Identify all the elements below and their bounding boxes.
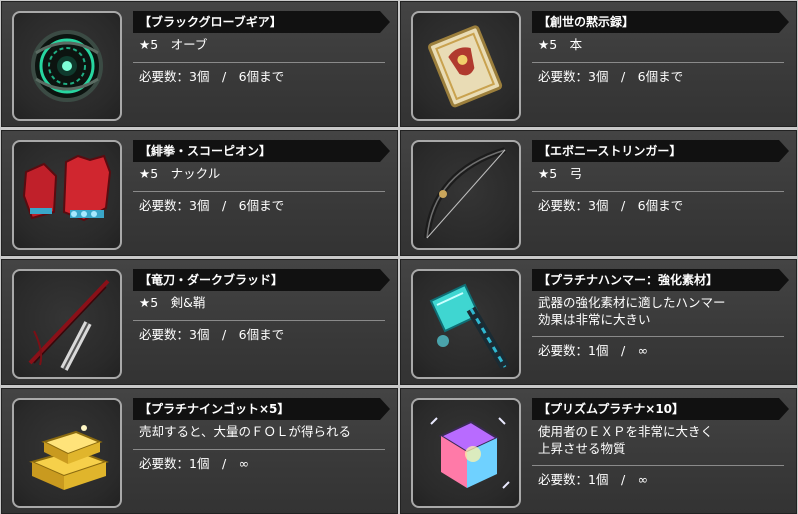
item-requirement: 必要数：1個 / ∞ <box>538 472 649 487</box>
item-rarity-type: ★5 弓 <box>538 166 583 181</box>
item-card[interactable]: 【プリズムプラチナ×10】 使用者のＥＸＰを非常に大きく 上昇させる物質 必要数… <box>400 388 797 514</box>
item-description-line-1: 使用者のＥＸＰを非常に大きく <box>538 424 714 439</box>
item-grid: 【ブラックグローブギア】 ★5 オーブ 必要数：3個 / 6個まで 【創世の黙示… <box>0 0 798 514</box>
black-globe-gear-orb-icon <box>31 30 103 102</box>
item-thumbnail <box>411 11 521 121</box>
item-requirement: 必要数：1個 / ∞ <box>139 456 250 471</box>
item-title: 【緋拳・スコーピオン】 <box>133 140 390 162</box>
item-card[interactable]: 【エボニーストリンガー】 ★5 弓 必要数：3個 / 6個まで <box>400 130 797 256</box>
item-title: 【プリズムプラチナ×10】 <box>532 398 789 420</box>
item-thumbnail <box>12 11 122 121</box>
item-card[interactable]: 【ブラックグローブギア】 ★5 オーブ 必要数：3個 / 6個まで <box>1 1 398 127</box>
divider <box>532 465 784 466</box>
item-title: 【ブラックグローブギア】 <box>133 11 390 33</box>
item-card[interactable]: 【創世の黙示録】 ★5 本 必要数：3個 / 6個まで <box>400 1 797 127</box>
item-card[interactable]: 【緋拳・スコーピオン】 ★5 ナックル 必要数：3個 / 6個まで <box>1 130 398 256</box>
divider <box>133 320 385 321</box>
item-requirement: 必要数：3個 / 6個まで <box>139 198 285 213</box>
divider <box>133 62 385 63</box>
platinum-ingot-icon <box>29 425 109 490</box>
divider <box>532 62 784 63</box>
item-description-line-2: 上昇させる物質 <box>538 441 626 456</box>
item-card[interactable]: 【プラチナインゴット×5】 売却すると、大量のＦＯＬが得られる 必要数：1個 /… <box>1 388 398 514</box>
item-thumbnail <box>12 140 122 250</box>
item-requirement: 必要数：3個 / 6個まで <box>538 69 684 84</box>
item-rarity-type: ★5 本 <box>538 37 583 52</box>
item-card[interactable]: 【プラチナハンマー：強化素材】 武器の強化素材に適したハンマー 効果は非常に大き… <box>400 259 797 385</box>
divider <box>133 449 385 450</box>
item-thumbnail <box>411 269 521 379</box>
item-thumbnail <box>12 398 122 508</box>
divider <box>532 191 784 192</box>
item-title: 【プラチナインゴット×5】 <box>133 398 390 420</box>
item-description: 売却すると、大量のＦＯＬが得られる <box>139 424 352 439</box>
item-description-line-2: 効果は非常に大きい <box>538 312 651 327</box>
item-title: 【プラチナハンマー：強化素材】 <box>532 269 789 291</box>
item-thumbnail <box>12 269 122 379</box>
item-rarity-type: ★5 ナックル <box>139 166 221 181</box>
apocalypse-book-icon <box>428 25 503 108</box>
item-requirement: 必要数：1個 / ∞ <box>538 343 649 358</box>
item-title: 【エボニーストリンガー】 <box>532 140 789 162</box>
item-thumbnail <box>411 398 521 508</box>
item-rarity-type: ★5 剣&鞘 <box>139 295 206 310</box>
item-card[interactable]: 【竜刀・ダークブラッド】 ★5 剣&鞘 必要数：3個 / 6個まで <box>1 259 398 385</box>
item-title: 【創世の黙示録】 <box>532 11 789 33</box>
item-requirement: 必要数：3個 / 6個まで <box>538 198 684 213</box>
divider <box>532 336 784 337</box>
item-requirement: 必要数：3個 / 6個まで <box>139 327 285 342</box>
ebony-stringer-bow-icon <box>424 147 506 239</box>
item-rarity-type: ★5 オーブ <box>139 37 208 52</box>
item-description-line-1: 武器の強化素材に適したハンマー <box>538 295 726 310</box>
divider <box>133 191 385 192</box>
item-requirement: 必要数：3個 / 6個まで <box>139 69 285 84</box>
scorpion-knuckle-icon <box>22 154 112 222</box>
dark-blood-sword-icon <box>28 279 110 371</box>
item-thumbnail <box>411 140 521 250</box>
platinum-hammer-icon <box>429 283 510 370</box>
item-title: 【竜刀・ダークブラッド】 <box>133 269 390 291</box>
prism-platinum-icon <box>430 417 510 489</box>
